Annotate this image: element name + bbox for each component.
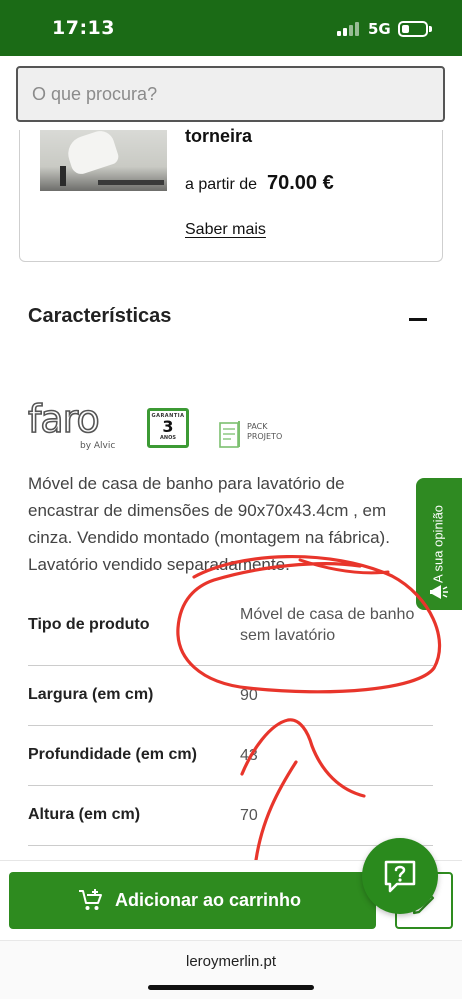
pack-icon <box>219 421 240 448</box>
brand-logo: faro by Alvic <box>27 396 118 453</box>
brand-name: faro <box>27 396 100 442</box>
search-input[interactable] <box>16 66 445 122</box>
pack-line2: PROJETO <box>247 432 283 441</box>
search-bar <box>0 56 462 132</box>
pack-projeto-badge: PACK PROJETO <box>217 419 287 451</box>
home-indicator <box>148 985 314 990</box>
warranty-years: 3 <box>162 417 174 436</box>
saber-mais-link[interactable]: Saber mais <box>185 221 266 239</box>
network-label: 5G <box>368 20 391 38</box>
divider <box>28 845 433 846</box>
pack-line1: PACK <box>247 422 268 431</box>
spec-key: Largura (em cm) <box>28 686 154 703</box>
warranty-bottom: ANOS <box>160 435 176 441</box>
status-time: 17:13 <box>52 17 115 39</box>
spec-key: Profundidade (em cm) <box>28 746 197 763</box>
promo-price: 70.00 € <box>267 172 334 194</box>
browser-url-bar[interactable]: leroymerlin.pt <box>0 940 462 999</box>
product-description: Móvel de casa de banho para lavatório de… <box>28 474 390 574</box>
spec-key: Tipo de produto <box>28 616 150 633</box>
warranty-badge: GARANTIA 3 ANOS <box>147 408 189 448</box>
cart-plus-icon <box>79 889 102 910</box>
spec-value: 43 <box>240 747 258 764</box>
help-chat-icon <box>384 860 416 893</box>
url-text[interactable]: leroymerlin.pt <box>0 953 462 970</box>
spec-value: 70 <box>240 807 258 824</box>
promo-card: torneira a partir de 70.00 € Saber mais <box>19 126 443 262</box>
spec-row: Largura (em cm) 90 <box>28 666 433 726</box>
spec-key: Altura (em cm) <box>28 806 141 823</box>
spec-row: Altura (em cm) 70 <box>28 786 433 846</box>
battery-cap <box>429 26 432 32</box>
feedback-tab[interactable]: A sua opinião <box>416 478 462 610</box>
spec-row: Profundidade (em cm) 43 <box>28 726 433 786</box>
spec-value: 90 <box>240 687 258 704</box>
signal-icon <box>337 22 361 36</box>
help-chat-button[interactable] <box>362 838 438 914</box>
characteristics-header[interactable]: Características <box>28 305 432 335</box>
feedback-label: A sua opinião <box>430 504 446 584</box>
add-to-cart-label: Adicionar ao carrinho <box>115 890 302 910</box>
battery-icon <box>398 21 428 37</box>
spec-row: Tipo de produto Móvel de casa de banho s… <box>28 592 433 664</box>
collapse-icon[interactable] <box>409 318 427 321</box>
brand-by: by Alvic <box>80 441 116 451</box>
promo-price-prefix: a partir de <box>185 176 258 193</box>
promo-image[interactable] <box>40 130 167 191</box>
megaphone-icon <box>430 585 448 599</box>
status-bar: 17:13 5G <box>0 0 462 56</box>
promo-title[interactable]: torneira <box>185 126 252 147</box>
section-title: Características <box>28 305 172 327</box>
add-to-cart-button[interactable]: Adicionar ao carrinho <box>9 872 376 929</box>
spec-value: Móvel de casa de banho sem lavatório <box>240 606 415 644</box>
